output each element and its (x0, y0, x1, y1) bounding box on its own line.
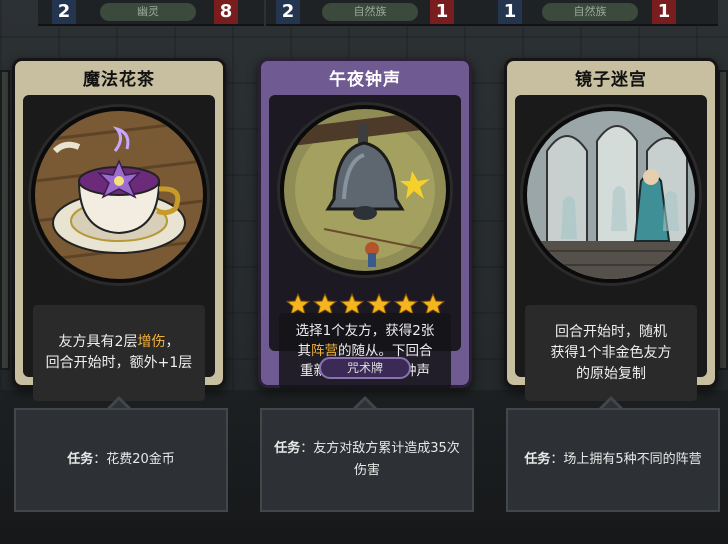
task-text: ：花费20金币 (93, 452, 175, 467)
card-midnight-bell[interactable]: 午夜钟声 选择1个友方，获得2张 其阵营的随从。下回合 咒术牌 (258, 58, 472, 389)
strip-right-number: 1 (652, 0, 676, 24)
card-title: 魔法花茶 (83, 70, 155, 90)
desc-text: 回合开始时，额外+1层 (45, 355, 193, 371)
desc-text: 选择1个友方，获得2张 (295, 323, 435, 339)
desc-keyword-highlight: 增伤 (137, 334, 166, 350)
card-title: 午夜钟声 (329, 70, 401, 90)
desc-text: ， (165, 334, 180, 350)
star-icon (285, 293, 310, 315)
card-mirror-maze[interactable]: 镜子迷宫 回合开始时，随机 获得1个非金色友方 的原始复制 (504, 58, 718, 401)
card-body: 友方具有2层增伤， 回合开始时，额外+1层 (23, 95, 215, 401)
star-icon (366, 293, 391, 315)
card-magic-flower-tea[interactable]: 魔法花茶 友方具有2层增伤， 回合开始时，额外+1层 (12, 58, 226, 401)
task-text: ：友方对敌方累计造成35次伤害 (300, 441, 460, 478)
strip-tribe-tag: 自然族 (542, 3, 638, 21)
left-offscreen-card (0, 70, 10, 370)
task-box-2[interactable]: 任务：友方对敌方累计造成35次伤害 (260, 408, 474, 512)
top-card-strip-1: 2 幽灵 8 (38, 0, 264, 26)
desc-text: 其 (297, 343, 312, 359)
top-card-strip-3: 1 自然族 1 (492, 0, 718, 26)
star-icon (420, 293, 445, 315)
star-icon (312, 293, 337, 315)
task-box-3[interactable]: 任务：场上拥有5种不同的阵营 (506, 408, 720, 512)
mirror-maze-art (523, 107, 699, 283)
strip-right-number: 8 (214, 0, 238, 24)
task-box-1[interactable]: 任务：花费20金币 (14, 408, 228, 512)
bell-art (280, 105, 450, 275)
right-offscreen-card (718, 70, 728, 370)
card-body: 选择1个友方，获得2张 其阵营的随从。下回合 重新获得1张午夜钟声 (269, 95, 461, 389)
card-type-pill: 咒术牌 (319, 357, 411, 379)
card-description: 回合开始时，随机 获得1个非金色友方 的原始复制 (525, 305, 697, 401)
card-description: 友方具有2层增伤， 回合开始时，额外+1层 (33, 305, 205, 401)
task-label: 任务 (524, 452, 551, 467)
tea-cup-art (31, 107, 207, 283)
card-title: 镜子迷宫 (575, 70, 647, 90)
star-rating (269, 293, 461, 315)
strip-left-number: 2 (52, 0, 76, 24)
desc-text: 获得1个非金色友方 (550, 344, 672, 361)
star-icon (393, 293, 418, 315)
card-body: 回合开始时，随机 获得1个非金色友方 的原始复制 (515, 95, 707, 401)
star-icon (339, 293, 364, 315)
strip-tribe-tag: 自然族 (322, 3, 418, 21)
strip-right-number: 1 (430, 0, 454, 24)
task-label: 任务 (67, 452, 94, 467)
desc-text: 回合开始时，随机 (555, 323, 667, 340)
task-text: ：场上拥有5种不同的阵营 (550, 452, 702, 467)
task-label: 任务 (274, 441, 301, 456)
desc-text: 友方具有2层 (58, 334, 138, 350)
desc-text: 的原始复制 (576, 365, 646, 382)
top-card-strip-2: 2 自然族 1 (266, 0, 492, 26)
strip-left-number: 2 (276, 0, 300, 24)
strip-left-number: 1 (498, 0, 522, 24)
strip-tribe-tag: 幽灵 (100, 3, 196, 21)
